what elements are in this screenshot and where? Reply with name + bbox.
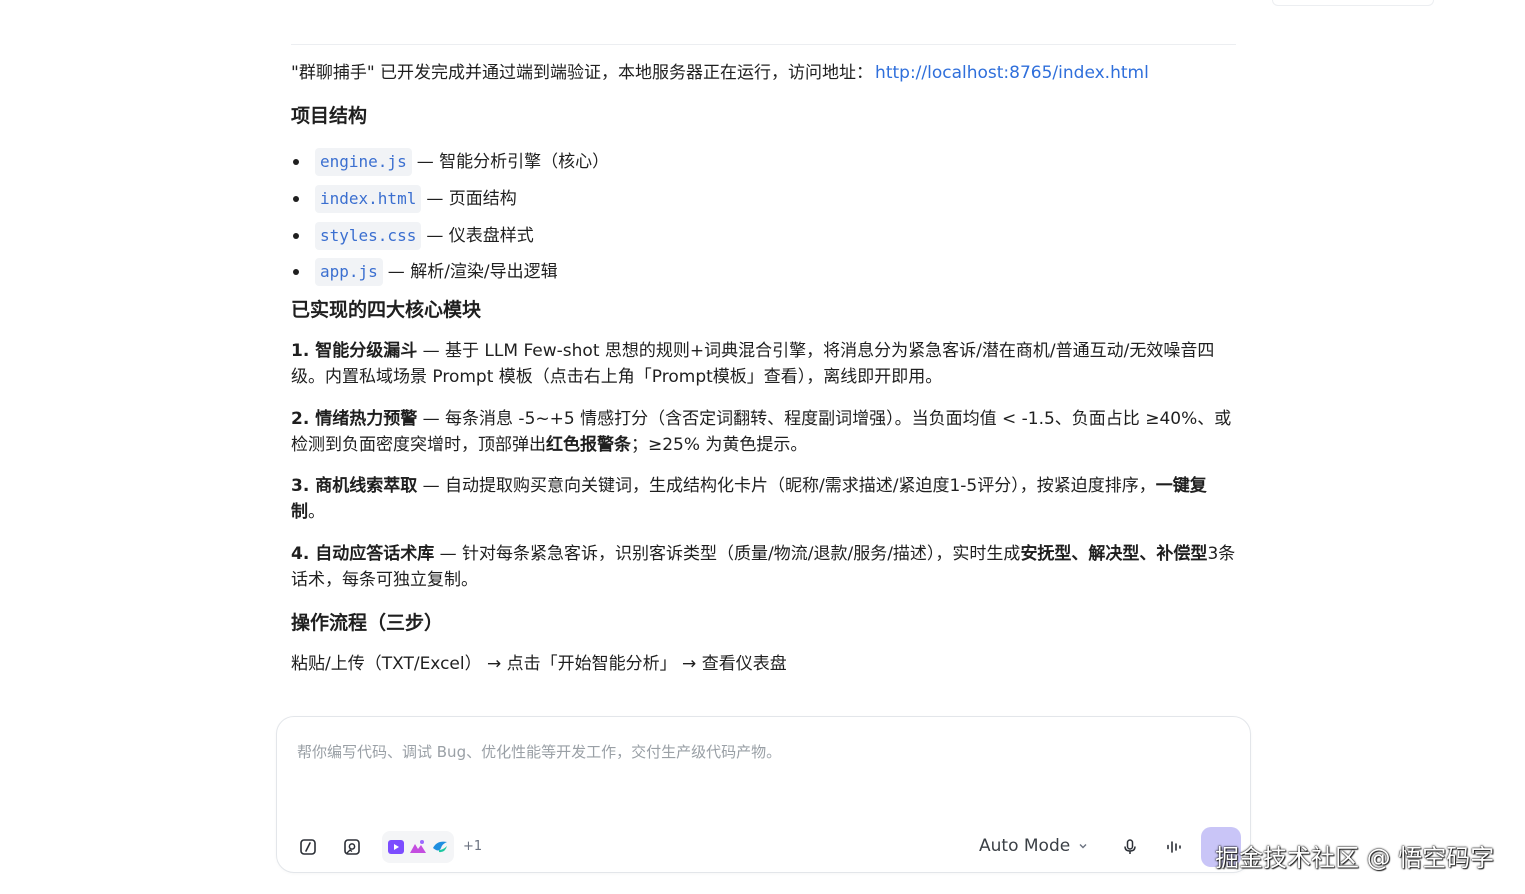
workflow-text: 粘贴/上传（TXT/Excel） → 点击「开始智能分析」 → 查看仪表盘 [291,654,787,674]
module-emphasis: 安抚型、解决型、补偿型 [1020,544,1208,564]
module-tail: 。 [308,502,325,522]
module-text: — 针对每条紧急客诉，识别客诉类型（质量/物流/退款/服务/描述），实时生成 [434,544,1021,564]
assistant-message: "群聊捕手" 已开发完成并通过端到端验证，本地服务器正在运行，访问地址： htt… [291,60,1236,674]
file-name: styles.css [315,221,422,250]
intro-text: "群聊捕手" 已开发完成并通过端到端验证，本地服务器正在运行，访问地址： [291,63,874,83]
module-title: 1. 智能分级漏斗 [291,341,418,361]
file-name: index.html [315,185,422,214]
top-panel-edge [1272,0,1434,6]
list-item: index.html — 页面结构 [291,181,609,218]
core-modules-heading: 已实现的四大核心模块 [291,299,482,321]
module-paragraph: 4. 自动应答话术库 — 针对每条紧急客诉，识别客诉类型（质量/物流/退款/服务… [291,541,1236,593]
mode-label: Auto Mode [979,836,1071,856]
slash-command-icon[interactable] [297,836,319,858]
module-paragraph: 2. 情绪热力预警 — 每条消息 -5~+5 情感打分（含否定词翻转、程度副词增… [291,406,1236,458]
module-text: — 自动提取购买意向关键词，生成结构化卡片（昵称/需求描述/紧迫度1-5评分），… [417,476,1156,496]
module-tail: ；≥25% 为黄色提示。 [631,435,808,455]
module-paragraph: 1. 智能分级漏斗 — 基于 LLM Few-shot 思想的规则+词典混合引擎… [291,338,1236,390]
app-integrations[interactable] [382,831,454,863]
image-upload-icon[interactable] [341,836,363,858]
more-apps-count[interactable]: +1 [463,839,482,854]
bullet-icon [293,232,299,239]
image-app-icon [410,840,426,853]
list-item: engine.js — 智能分析引擎（核心） [291,144,609,181]
watermark: 掘金技术社区 @ 悟空码字 [1215,844,1495,872]
file-desc: — 解析/渲染/导出逻辑 [387,262,558,283]
module-title: 3. 商机线索萃取 [291,476,418,496]
message-divider [291,44,1236,45]
bullet-icon [293,159,299,166]
file-list: engine.js — 智能分析引擎（核心） index.html — 页面结构 s… [291,144,609,291]
list-item: app.js — 解析/渲染/导出逻辑 [291,254,609,291]
file-desc: — 页面结构 [426,189,517,210]
voice-wave-icon[interactable] [1163,836,1185,858]
project-structure-heading: 项目结构 [291,105,368,127]
module-paragraph: 3. 商机线索萃取 — 自动提取购买意向关键词，生成结构化卡片（昵称/需求描述/… [291,473,1236,525]
module-title: 4. 自动应答话术库 [291,544,435,564]
chat-composer[interactable]: 帮你编写代码、调试 Bug、优化性能等开发工作，交付生产级代码产物。 +1 Au… [276,716,1251,873]
module-emphasis: 红色报警条 [546,435,631,455]
video-app-icon [388,840,404,854]
mode-selector[interactable]: Auto Mode [979,836,1088,856]
module-text: — 基于 LLM Few-shot 思想的规则+词典混合引擎，将消息分为紧急客诉… [291,341,1215,387]
prompt-input[interactable]: 帮你编写代码、调试 Bug、优化性能等开发工作，交付生产级代码产物。 [297,741,781,762]
bullet-icon [293,196,299,203]
file-name: engine.js [315,148,412,177]
chevron-down-icon [1079,844,1087,849]
intro-line: "群聊捕手" 已开发完成并通过端到端验证，本地服务器正在运行，访问地址： htt… [291,60,1236,86]
microphone-icon[interactable] [1119,836,1141,858]
module-title: 2. 情绪热力预警 [291,409,418,429]
localhost-link[interactable]: http://localhost:8765/index.html [875,60,1149,86]
workflow-heading: 操作流程（三步） [291,612,444,634]
list-item: styles.css — 仪表盘样式 [291,217,609,254]
file-desc: — 智能分析引擎（核心） [416,152,610,173]
bird-app-icon [433,841,447,853]
file-name: app.js [315,258,383,287]
file-desc: — 仪表盘样式 [426,225,534,246]
bullet-icon [293,269,299,276]
